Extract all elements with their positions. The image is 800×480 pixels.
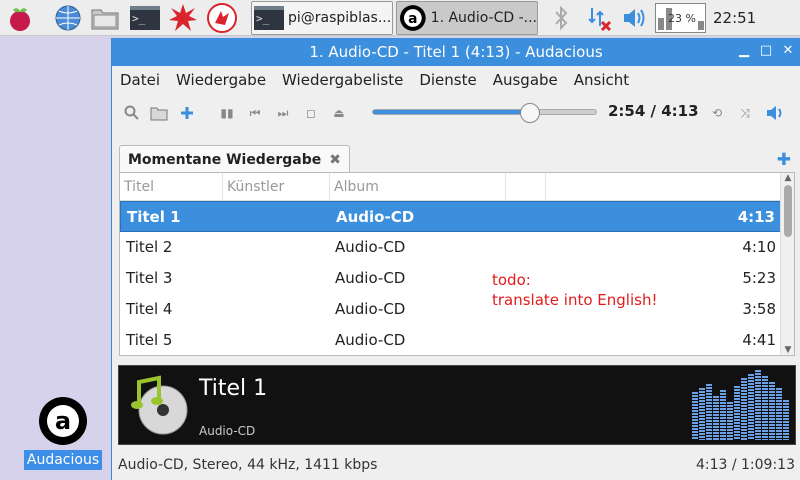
column-header-artist[interactable]: Künstler [223, 173, 330, 200]
close-button[interactable]: ✕ [780, 42, 796, 60]
cpu-monitor: 23 % [655, 3, 706, 33]
wolfram-icon[interactable] [206, 2, 238, 34]
raspberry-icon[interactable] [4, 2, 36, 34]
menu-dienste[interactable]: Dienste [419, 71, 476, 89]
now-playing-album: Audio-CD [199, 424, 256, 438]
open-folder-icon[interactable] [149, 103, 169, 123]
annotation-note: todo: translate into English! [492, 270, 657, 310]
task-label: pi@raspiblas... [288, 10, 392, 26]
cell-title: Titel 4 [126, 300, 173, 318]
seek-slider[interactable] [372, 103, 597, 123]
task-terminal[interactable]: >_ pi@raspiblas... [251, 1, 393, 35]
table-row[interactable]: Titel 3 Audio-CD 5:23 [120, 263, 794, 294]
cell-title: Titel 2 [126, 238, 173, 256]
add-icon[interactable] [177, 103, 197, 123]
cell-length: 4:13 [737, 208, 775, 226]
menu-ausgabe[interactable]: Ausgabe [493, 71, 558, 89]
volume-icon[interactable] [765, 103, 785, 123]
folder-icon[interactable] [89, 2, 121, 34]
visualizer [692, 368, 789, 440]
tab-label: Momentane Wiedergabe [128, 151, 322, 168]
shuffle-icon[interactable]: ⤨ [735, 103, 755, 123]
audacious-icon: a [39, 397, 87, 445]
time-display: 2:54 / 4:13 [608, 102, 699, 120]
tab-row: Momentane Wiedergabe ✖ ✚ [112, 142, 800, 173]
menu-wiedergabeliste[interactable]: Wiedergabeliste [282, 71, 403, 89]
maximize-button[interactable]: □ [758, 42, 774, 60]
close-tab-icon[interactable]: ✖ [329, 152, 341, 168]
cpu-value: 23 % [668, 12, 696, 25]
now-playing-title: Titel 1 [199, 376, 268, 401]
table-row[interactable]: Titel 5 Audio-CD 4:41 [120, 325, 794, 356]
cell-album: Audio-CD [335, 238, 406, 256]
window-title: 1. Audio-CD - Titel 1 (4:13) - Audacious [309, 43, 603, 61]
cell-length: 4:10 [742, 238, 776, 256]
audacious-window: 1. Audio-CD - Titel 1 (4:13) - Audacious… [111, 38, 800, 480]
stop-icon[interactable]: ◻ [301, 103, 321, 123]
taskbar: >_ >_ pi@raspiblas... a 1. Audio-CD -...… [0, 0, 800, 36]
minimize-button[interactable]: ▁ [736, 42, 752, 60]
table-row[interactable]: Titel 4 Audio-CD 3:58 [120, 294, 794, 325]
globe-icon[interactable] [52, 2, 84, 34]
table-row[interactable]: Titel 1 Audio-CD 4:13 [120, 201, 794, 232]
scroll-up-icon[interactable]: ▲ [781, 173, 795, 183]
task-label: 1. Audio-CD -... [430, 10, 537, 26]
clock[interactable]: 22:51 [713, 9, 756, 27]
playlist: Titel Künstler Album Titel 1 Audio-CD 4:13… [119, 172, 795, 356]
add-playlist-icon[interactable]: ✚ [777, 150, 791, 170]
eject-icon[interactable]: ⏏ [329, 103, 349, 123]
titlebar[interactable]: 1. Audio-CD - Titel 1 (4:13) - Audacious… [112, 38, 800, 66]
column-header-title[interactable]: Titel [120, 173, 223, 200]
svg-text:a: a [55, 407, 71, 435]
seek-fill [373, 110, 530, 114]
desktop-icon-audacious[interactable]: a Audacious [24, 396, 102, 470]
cell-length: 5:23 [742, 269, 776, 287]
playlist-duration: 4:13 / 1:09:13 [695, 457, 795, 473]
scroll-down-icon[interactable]: ▼ [781, 345, 795, 355]
terminal-icon[interactable]: >_ [129, 2, 161, 34]
terminal-icon: >_ [254, 6, 284, 30]
column-header-blank[interactable] [506, 173, 546, 200]
music-cd-icon [131, 375, 188, 435]
menu-ansicht[interactable]: Ansicht [574, 71, 629, 89]
cell-album: Audio-CD [335, 269, 406, 287]
next-icon[interactable]: ⏭ [273, 103, 293, 123]
cell-title: Titel 5 [126, 331, 173, 349]
desktop-icon-label: Audacious [24, 450, 102, 470]
scrollbar[interactable]: ▲ ▼ [780, 173, 794, 355]
burst-icon[interactable] [167, 2, 199, 34]
cell-album: Audio-CD [335, 300, 406, 318]
column-header-album[interactable]: Album [330, 173, 506, 200]
cell-album: Audio-CD [335, 331, 406, 349]
annotation-line-1: todo: [492, 271, 531, 289]
audacious-icon: a [399, 5, 426, 31]
previous-icon[interactable]: ⏮ [245, 103, 265, 123]
statusbar: Audio-CD, Stereo, 44 kHz, 1411 kbps 4:13… [112, 450, 800, 480]
menu-datei[interactable]: Datei [120, 71, 160, 89]
network-disconnected-icon[interactable] [582, 2, 614, 34]
scroll-thumb[interactable] [784, 185, 792, 237]
search-icon[interactable] [121, 103, 141, 123]
cell-length: 3:58 [742, 300, 776, 318]
cell-album: Audio-CD [336, 208, 415, 226]
tab-now-playing[interactable]: Momentane Wiedergabe ✖ [119, 145, 350, 173]
volume-icon[interactable] [618, 2, 650, 34]
table-row[interactable]: Titel 2 Audio-CD 4:10 [120, 232, 794, 263]
menu-wiedergabe[interactable]: Wiedergabe [176, 71, 266, 89]
cell-length: 4:41 [742, 331, 776, 349]
svg-text:a: a [408, 11, 417, 27]
playlist-header: Titel Künstler Album [120, 173, 794, 201]
bluetooth-icon[interactable] [545, 2, 577, 34]
repeat-icon[interactable]: ⟲ [707, 103, 727, 123]
pause-icon[interactable]: ▮▮ [217, 103, 237, 123]
menubar: Datei Wiedergabe Wiedergabeliste Dienste… [112, 66, 800, 94]
info-area: Titel 1 Audio-CD [118, 365, 796, 445]
cell-title: Titel 3 [126, 269, 173, 287]
stream-info: Audio-CD, Stereo, 44 kHz, 1411 kbps [118, 457, 378, 473]
cell-title: Titel 1 [127, 208, 181, 226]
seek-knob[interactable] [519, 103, 540, 123]
task-audacious[interactable]: a 1. Audio-CD -... [396, 1, 538, 35]
toolbar: ▮▮ ⏮ ⏭ ◻ ⏏ 2:54 / 4:13 ⟲ ⤨ [112, 94, 800, 132]
annotation-line-2: translate into English! [492, 291, 658, 309]
